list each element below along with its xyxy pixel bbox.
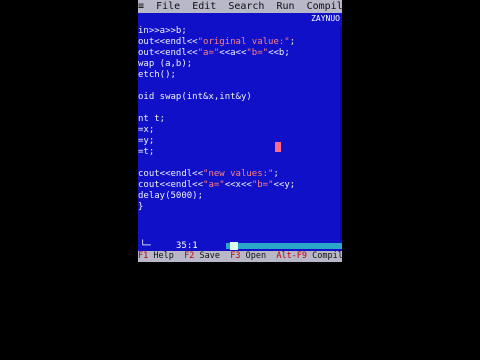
menu-search[interactable]: Search — [228, 1, 264, 12]
fkey-compile[interactable]: Alt-F9 Compil — [276, 251, 342, 261]
menu-edit[interactable]: Edit — [192, 1, 216, 12]
code-editor[interactable]: in>>a>>b; out<<endl<<"original value:"; … — [138, 26, 342, 240]
menu-bar: ≡ File Edit Search Run Compile D — [138, 0, 342, 13]
text-cursor — [275, 142, 281, 152]
system-menu-icon[interactable]: ≡ — [138, 1, 144, 12]
menu-compile[interactable]: Compile — [307, 1, 342, 12]
fkey-save[interactable]: F2 Save — [184, 251, 220, 261]
code-line: in>>a>>b; — [138, 26, 187, 36]
scrollbar-thumb[interactable] — [230, 242, 238, 250]
code-line: =y; — [138, 136, 155, 146]
window-title: ZAYNUO — [311, 14, 340, 23]
code-line: oid swap(int&x,int&y) — [138, 92, 252, 102]
fkey-help[interactable]: F1 Help — [138, 251, 174, 261]
fkey-open[interactable]: F3 Open — [230, 251, 266, 261]
code-line: out<<endl<<"a="<<a<<"b="<<b; — [138, 48, 290, 58]
code-line: } — [138, 202, 144, 212]
code-line: nt t; — [138, 114, 166, 124]
code-line: =x; — [138, 125, 155, 135]
function-key-bar: F1 Help F2 Save F3 Open Alt-F9 Compil — [138, 251, 342, 262]
menu-file[interactable]: File — [156, 1, 180, 12]
turbo-cpp-screen: ≡ File Edit Search Run Compile D ZAYNUO … — [138, 0, 342, 262]
code-line: wap (a,b); — [138, 59, 193, 69]
code-line: =t; — [138, 147, 155, 157]
code-line: out<<endl<<"original value:"; — [138, 37, 296, 47]
code-line: etch(); — [138, 70, 176, 80]
code-line: delay(5000); — [138, 191, 204, 201]
code-line: cout<<endl<<"a="<<x<<"b="<<y; — [138, 180, 296, 190]
vertical-scrollbar[interactable] — [340, 26, 342, 240]
menu-run[interactable]: Run — [276, 1, 294, 12]
code-line: cout<<endl<<"new values:"; — [138, 169, 279, 179]
horizontal-scrollbar[interactable] — [226, 243, 342, 249]
